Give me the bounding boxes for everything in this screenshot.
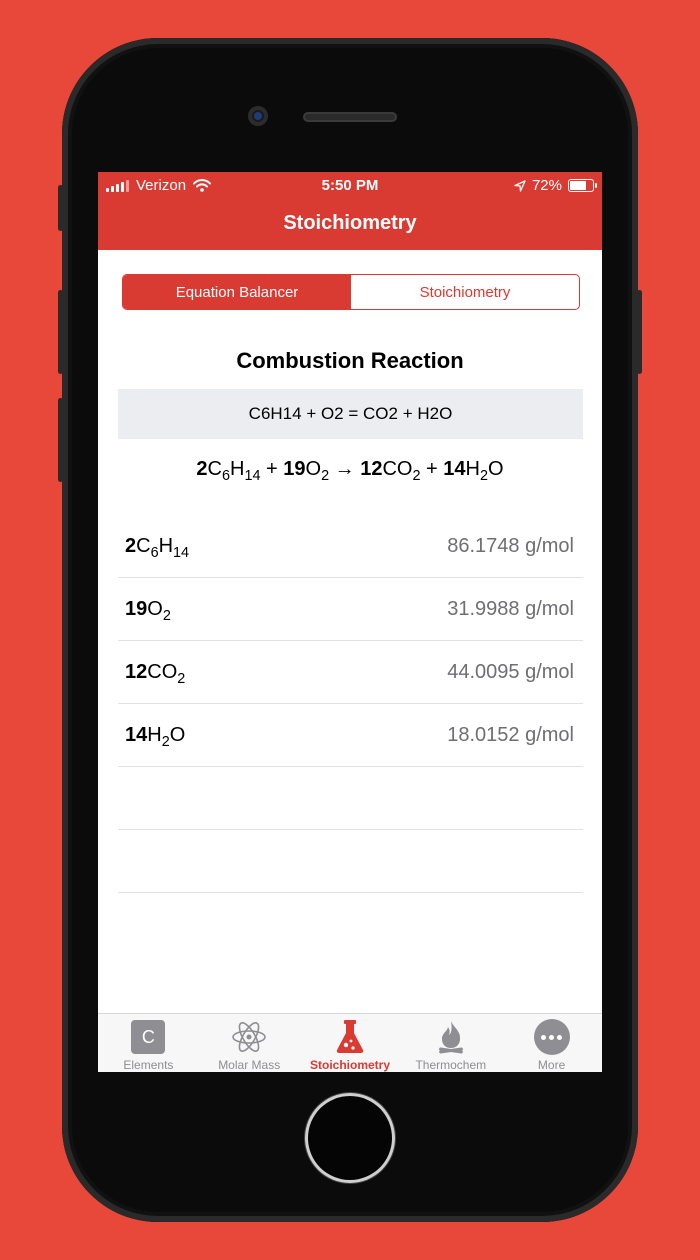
empty-row (118, 830, 583, 893)
compound-formula: 19O2 (125, 597, 171, 624)
equation-term: 14H2O (443, 458, 504, 485)
balanced-equation: 2C6H14 + 19O2 → 12CO2 + 14H2O (98, 458, 602, 485)
compound-formula: 2C6H14 (125, 534, 190, 561)
element-c-icon: C (131, 1020, 166, 1054)
reaction-title: Combustion Reaction (236, 348, 464, 373)
tab-label: Elements (123, 1058, 174, 1072)
tab-bar: C Elements Molar Mass Stoichiometry Ther… (98, 1013, 602, 1072)
tab-label: Stoichiometry (309, 1058, 390, 1072)
compound-row[interactable]: 12CO2 44.0095 g/mol (118, 641, 583, 704)
molar-mass-value: 86.1748 g/mol (447, 534, 574, 557)
compound-row[interactable]: 14H2O 18.0152 g/mol (118, 704, 583, 767)
compound-row[interactable]: 2C6H14 86.1748 g/mol (118, 515, 583, 578)
molar-mass-list: 2C6H14 86.1748 g/mol 19O2 31.9988 g/mol 12CO… (118, 515, 583, 893)
equation-term: 19O2 (283, 458, 330, 485)
tab-label: More (537, 1058, 566, 1072)
battery-percent: 72% (531, 177, 562, 194)
molar-mass-value: 31.9988 g/mol (447, 597, 574, 620)
compound-row[interactable]: 19O2 31.9988 g/mol (118, 578, 583, 641)
segment-equation-balancer[interactable]: Equation Balancer (123, 275, 351, 309)
tab-label: Thermochem (415, 1058, 487, 1072)
location-arrow-icon (514, 179, 526, 192)
earpiece-speaker (303, 112, 397, 122)
empty-row (118, 767, 583, 830)
equation-term: 12CO2 (360, 458, 421, 485)
more-icon (533, 1019, 570, 1055)
mode-segmented-control: Equation Balancer Stoichiometry (122, 274, 580, 310)
tab-label: Molar Mass (218, 1058, 281, 1072)
equation-operator: → (329, 458, 361, 480)
power-button (637, 290, 642, 374)
tab-molar-mass[interactable]: Molar Mass (199, 1014, 300, 1072)
compound-formula: 14H2O (125, 723, 186, 750)
flask-icon (336, 1020, 364, 1053)
compound-formula: 12CO2 (125, 660, 186, 687)
fire-icon (438, 1021, 463, 1054)
tab-thermochem[interactable]: Thermochem (400, 1014, 501, 1072)
volume-down-button (58, 398, 63, 482)
tab-elements[interactable]: C Elements (98, 1014, 199, 1072)
front-camera (248, 106, 268, 126)
volume-up-button (58, 290, 63, 374)
nav-header: Verizon 5:50 PM 72% Stoichiometry (98, 172, 602, 250)
molar-mass-value: 44.0095 g/mol (447, 660, 574, 683)
status-bar: Verizon 5:50 PM 72% (98, 172, 602, 198)
equation-term: 2C6H14 (196, 458, 261, 485)
tab-more[interactable]: More (501, 1014, 602, 1072)
status-right: 72% (514, 177, 597, 194)
app-screen: Verizon 5:50 PM 72% Stoichiometry Equati… (98, 172, 602, 1072)
molar-mass-value: 18.0152 g/mol (447, 723, 574, 746)
equation-input[interactable]: C6H14 + O2 = CO2 + H2O (118, 389, 583, 439)
atom-icon (232, 1022, 266, 1052)
tab-stoichiometry[interactable]: Stoichiometry (300, 1014, 401, 1072)
battery-icon (568, 179, 597, 192)
home-button[interactable] (305, 1093, 395, 1183)
equation-operator: + (420, 458, 444, 480)
equation-operator: + (260, 458, 284, 480)
mute-switch (58, 185, 63, 231)
page-title: Stoichiometry (283, 212, 417, 234)
segment-stoichiometry[interactable]: Stoichiometry (351, 275, 579, 309)
